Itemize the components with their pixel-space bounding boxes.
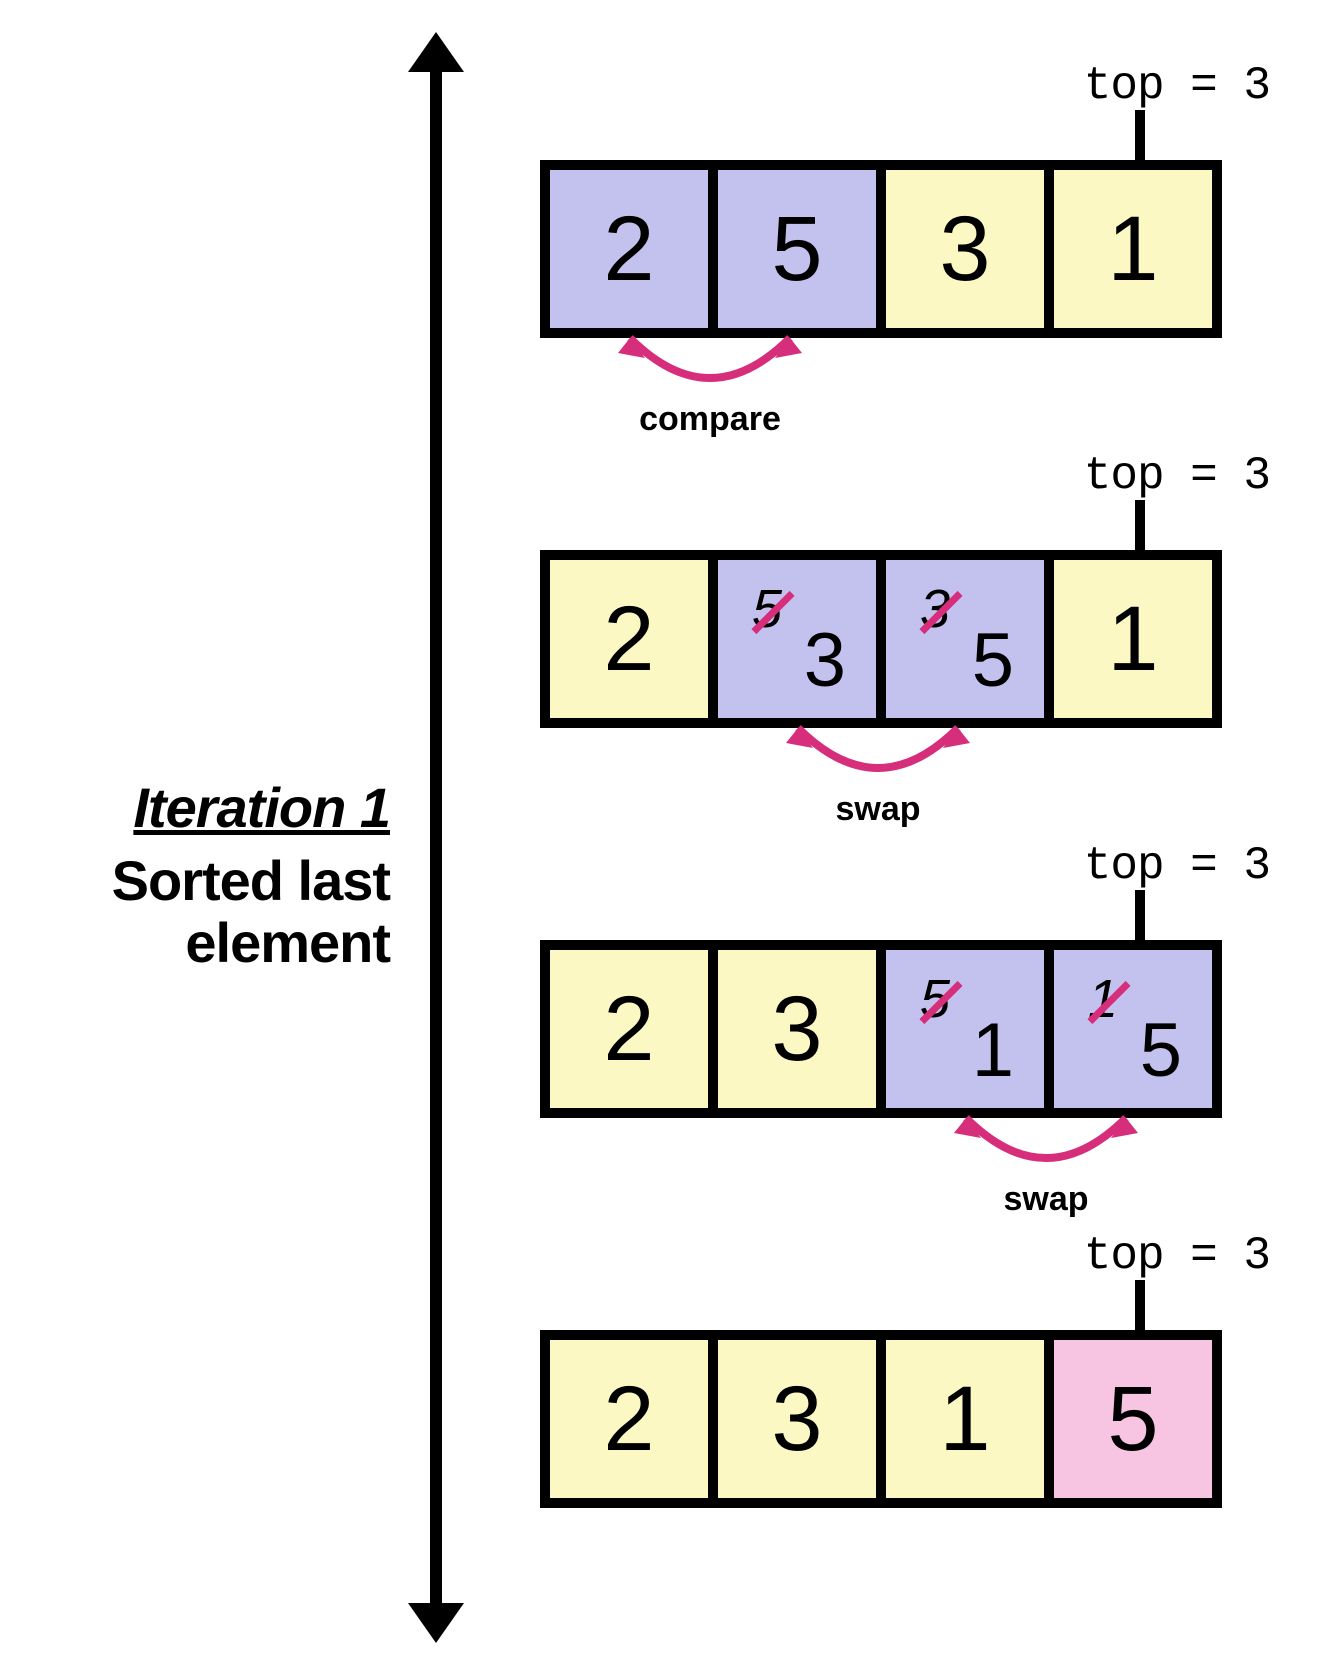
new-value: 3 — [804, 617, 846, 704]
top-pointer-tick — [1135, 1280, 1145, 1330]
arc-label: compare — [610, 400, 810, 439]
array-row: 2 5 3 3 5 1 — [540, 550, 1222, 728]
array-cell: 2 — [550, 950, 718, 1108]
array-cell: 2 — [550, 170, 718, 328]
array-cell: 3 — [718, 950, 886, 1108]
iteration-title: Iteration 1 — [50, 775, 390, 840]
array-cell: 2 — [550, 1340, 718, 1498]
new-value: 5 — [1140, 1007, 1182, 1094]
top-pointer-label: top = 3 — [1084, 60, 1270, 112]
array-row: 2 3 5 1 1 5 — [540, 940, 1222, 1118]
array-cell: 2 — [550, 560, 718, 718]
new-value: 5 — [972, 617, 1014, 704]
top-pointer-label: top = 3 — [1084, 840, 1270, 892]
diagram-stage: Iteration 1 Sorted last element top = 3 … — [20, 20, 1323, 1655]
top-pointer-label: top = 3 — [1084, 450, 1270, 502]
top-pointer-tick — [1135, 110, 1145, 160]
array-cell: 3 — [718, 1340, 886, 1498]
new-value: 1 — [972, 1007, 1014, 1094]
array-cell: 1 — [1054, 170, 1212, 328]
iteration-subtitle: Sorted last element — [10, 850, 390, 973]
array-row: 2 5 3 1 — [540, 160, 1222, 338]
array-cell: 3 — [886, 170, 1054, 328]
top-pointer-tick — [1135, 500, 1145, 550]
arc-label: swap — [946, 1180, 1146, 1219]
old-value: 5 — [920, 968, 950, 1030]
old-value: 3 — [920, 578, 950, 640]
arc-label: swap — [778, 790, 978, 829]
vertical-range-arrow — [430, 60, 442, 1615]
array-cell-swap: 3 5 — [886, 560, 1054, 718]
array-cell: 1 — [886, 1340, 1054, 1498]
old-value: 5 — [752, 578, 782, 640]
array-cell-swap: 5 1 — [886, 950, 1054, 1108]
array-cell-swap: 1 5 — [1054, 950, 1212, 1108]
old-value: 1 — [1088, 968, 1118, 1030]
array-cell-swap: 5 3 — [718, 560, 886, 718]
top-pointer-label: top = 3 — [1084, 1230, 1270, 1282]
array-cell-sorted: 5 — [1054, 1340, 1212, 1498]
top-pointer-tick — [1135, 890, 1145, 940]
array-cell: 1 — [1054, 560, 1212, 718]
array-cell: 5 — [718, 170, 886, 328]
array-row: 2 3 1 5 — [540, 1330, 1222, 1508]
